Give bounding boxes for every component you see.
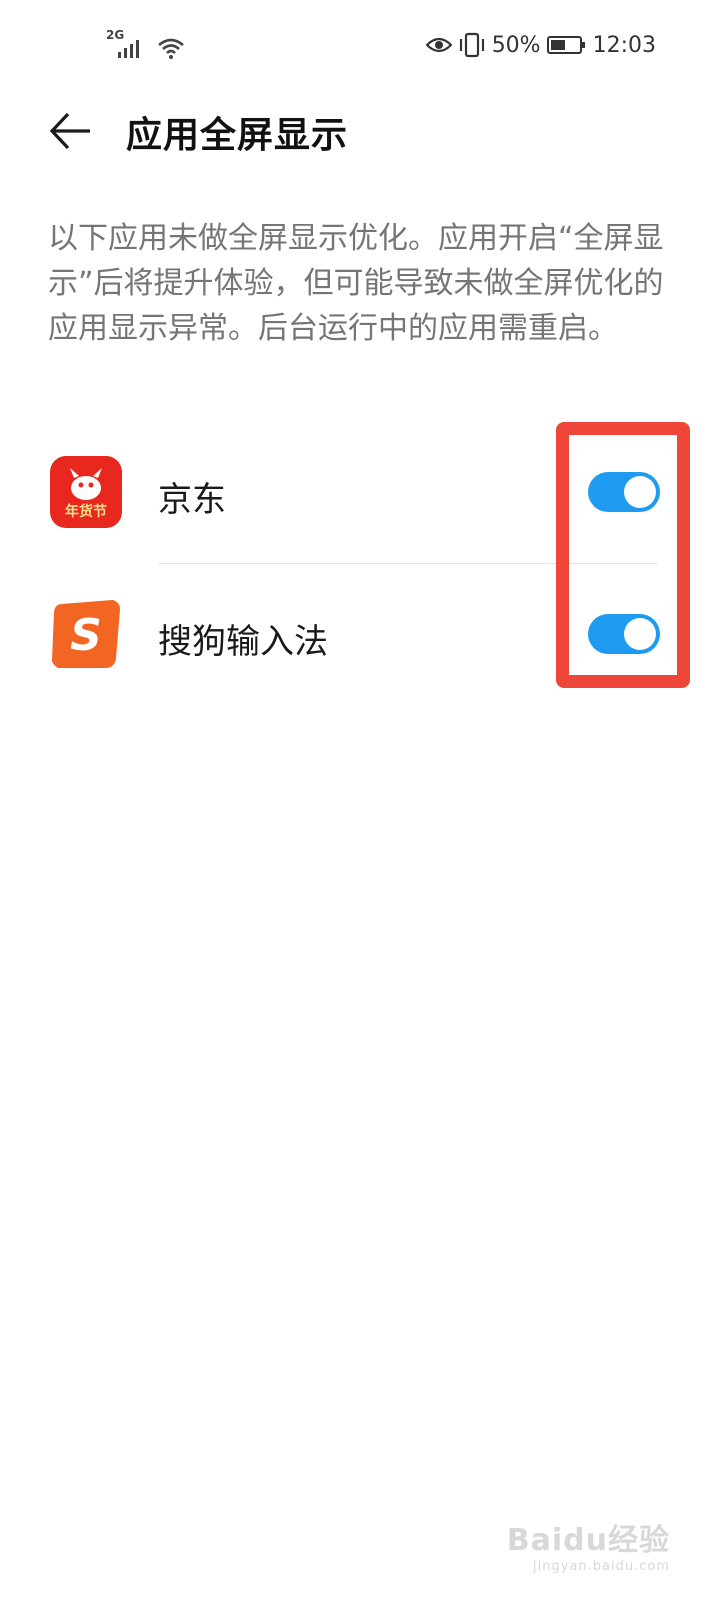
network-type: 2G [106,28,125,42]
battery-percent: 50% [491,32,541,58]
eye-icon [425,37,452,53]
watermark-main: Baidu经验 [506,1523,670,1558]
app-name-sogou: 搜狗输入法 [158,622,328,662]
baidu-watermark: Baidu经验 jingyan.baidu.com [507,1515,670,1574]
status-left: 2G [106,28,186,60]
sogou-app-icon: S [50,598,122,670]
highlight-annotation-box [556,422,690,688]
wifi-icon [158,38,184,59]
page-title: 应用全屏显示 [126,115,349,156]
clock: 12:03 [592,32,656,58]
back-button[interactable] [44,104,98,158]
jd-icon-caption: 年货节 [65,503,107,520]
status-bar: 2G 50% 12:03 [0,0,720,90]
description-text: 以下应用未做全屏显示优化。应用开启“全屏显示”后将提升体验，但可能导致未做全屏优… [48,221,664,346]
header: 应用全屏显示 [0,90,720,170]
jd-app-icon: 年货节 [50,456,122,528]
app-name-jd: 京东 [158,480,226,520]
vibrate-icon [459,32,484,58]
arrow-left-icon [49,112,90,150]
sogou-icon-caption: S [70,610,102,661]
battery-icon [546,36,585,54]
watermark-sub: jingyan.baidu.com [533,1559,670,1574]
status-right: 50% 12:03 [425,30,656,60]
